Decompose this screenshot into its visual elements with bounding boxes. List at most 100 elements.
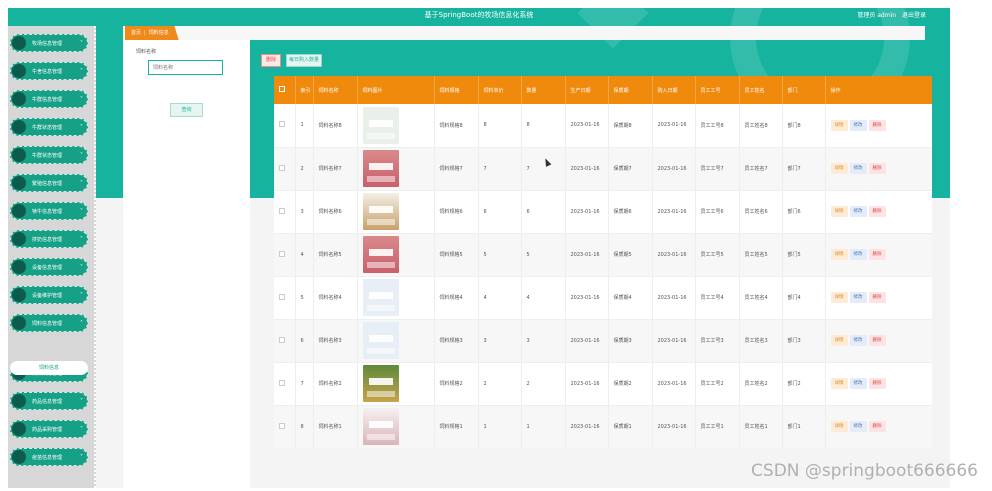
- sidebar: 牧场信息管理 ˅ 牛舍信息管理 ˅ 牛群信息管理 ˅ 牛群状态管理 ˅ 牛群状态管理 ˅ 繁殖信息管…: [8, 26, 96, 488]
- sidebar-item[interactable]: 挤奶信息管理 ˅: [10, 230, 88, 248]
- query-button[interactable]: 查询: [170, 103, 203, 117]
- delete-button[interactable]: 删除: [868, 378, 886, 389]
- row-checkbox[interactable]: [279, 293, 285, 300]
- sidebar-item[interactable]: 饲料信息管理 ˄: [10, 314, 88, 332]
- image-stripe: [366, 434, 395, 440]
- delete-button[interactable]: 删除: [868, 421, 886, 432]
- cell-actions: 详情 修改 删除: [825, 147, 932, 191]
- table-header-row: 索引 饲料名称 饲料图片 饲料规格 饲料单价 数量 生产日期 保质期 购入日期 员工工号 员工姓名部…: [274, 76, 932, 104]
- row-checkbox[interactable]: [279, 207, 285, 214]
- detail-button[interactable]: 详情: [830, 292, 848, 303]
- sidebar-item[interactable]: 牛群信息管理 ˅: [10, 90, 88, 108]
- delete-button[interactable]: 删除: [868, 119, 886, 131]
- edit-button[interactable]: 修改: [849, 249, 867, 260]
- sidebar-item[interactable]: 牛群状态管理 ˅: [10, 146, 88, 164]
- main-content: 首页|饲料信息 饲料名称 查询 删除 每日购入数量 索引饲料名称饲料图片饲料规格…: [123, 26, 932, 488]
- feed-image: [362, 150, 399, 187]
- edit-button[interactable]: 修改: [849, 335, 867, 346]
- sidebar-item[interactable]: 药品采购管理 ˅: [10, 420, 88, 438]
- cell-feed-name: 饲料名称4: [313, 276, 358, 320]
- detail-button[interactable]: 详情: [830, 163, 848, 174]
- row-checkbox[interactable]: [279, 422, 285, 429]
- search-input[interactable]: [148, 60, 223, 75]
- cell-quantity: 8: [521, 104, 566, 148]
- column-header: 员工工号: [695, 76, 740, 104]
- cell-production-date: 2023-01-16: [565, 147, 609, 191]
- delete-button[interactable]: 删除: [868, 335, 886, 346]
- edit-button[interactable]: 修改: [849, 378, 867, 389]
- delete-button[interactable]: 删除: [868, 249, 886, 260]
- cell-department: 部门1: [782, 405, 826, 448]
- cell-employee-no: 员工工号2: [695, 362, 740, 406]
- edit-button[interactable]: 修改: [849, 163, 867, 174]
- logout-link[interactable]: 退出登录: [902, 12, 926, 19]
- column-header: 饲料名称: [313, 76, 358, 104]
- edit-button[interactable]: 修改: [849, 119, 867, 131]
- row-checkbox[interactable]: [279, 164, 285, 171]
- cell-spec: 饲料规格7: [434, 147, 479, 191]
- user-label: 管理员 admin: [857, 12, 897, 19]
- detail-button[interactable]: 详情: [830, 421, 848, 432]
- delete-button[interactable]: 删除: [868, 292, 886, 303]
- sidebar-item[interactable]: 犊牛信息管理 ˅: [10, 202, 88, 220]
- sidebar-subitem-feed-info[interactable]: 饲料信息: [10, 361, 88, 375]
- detail-button[interactable]: 详情: [830, 335, 848, 346]
- delete-button[interactable]: 删除: [868, 206, 886, 217]
- sidebar-item[interactable]: 设备信息管理 ˅: [10, 258, 88, 276]
- row-select-cell[interactable]: [274, 276, 296, 320]
- cell-department: 部门5: [782, 233, 826, 277]
- edit-button[interactable]: 修改: [849, 421, 867, 432]
- chevron-down-icon: ˅: [80, 95, 83, 103]
- cell-quantity: 5: [521, 233, 566, 277]
- sidebar-item[interactable]: 疫苗信息管理 ˅: [10, 448, 88, 466]
- row-checkbox[interactable]: [279, 250, 285, 257]
- row-select-cell[interactable]: [274, 233, 296, 277]
- daily-purchase-button[interactable]: 每日购入数量: [286, 54, 322, 67]
- cell-production-date: 2023-01-16: [565, 319, 609, 363]
- row-select-cell[interactable]: [274, 104, 296, 148]
- row-checkbox[interactable]: [279, 336, 285, 343]
- sidebar-item-label: 设备维护管理: [32, 292, 63, 299]
- cell-index: 8: [295, 405, 314, 448]
- detail-button[interactable]: 详情: [830, 378, 848, 389]
- row-select-cell[interactable]: [274, 362, 296, 406]
- sidebar-item[interactable]: 牧场信息管理 ˅: [10, 34, 88, 52]
- breadcrumb-tab[interactable]: 首页 | 饲料信息: [125, 26, 179, 40]
- detail-button[interactable]: 详情: [830, 119, 848, 131]
- breadcrumb-home[interactable]: 首页: [131, 30, 141, 36]
- sidebar-item[interactable]: 繁殖信息管理 ˅: [10, 174, 88, 192]
- cell-shelf-life: 保质期6: [608, 190, 653, 234]
- row-checkbox[interactable]: [279, 379, 285, 386]
- image-label-band: [368, 421, 393, 428]
- sidebar-item[interactable]: 牛群状态管理 ˅: [10, 118, 88, 136]
- edit-button[interactable]: 修改: [849, 206, 867, 217]
- sidebar-item[interactable]: 设备维护管理 ˅: [10, 286, 88, 304]
- delete-button[interactable]: 删除: [868, 163, 886, 174]
- cell-actions: 详情 修改 删除: [825, 405, 932, 448]
- menu-bullet-icon: [12, 176, 26, 190]
- sidebar-item[interactable]: 药品信息管理 ˅: [10, 392, 88, 410]
- menu-bullet-icon: [12, 36, 26, 50]
- cell-employee-no: 员工工号6: [695, 190, 740, 234]
- sidebar-item-label: 设备信息管理: [32, 264, 63, 271]
- bulk-delete-button[interactable]: 删除: [261, 54, 281, 67]
- breadcrumb: 首页 | 饲料信息: [123, 26, 925, 40]
- table-row: 2 饲料名称7 饲料规格7 7 7 2023-01-16 保质期7 2023-01-16 员工工…: [274, 147, 932, 191]
- select-all-header[interactable]: [274, 76, 296, 104]
- row-select-cell[interactable]: [274, 405, 296, 448]
- row-select-cell[interactable]: [274, 190, 296, 234]
- detail-button[interactable]: 详情: [830, 206, 848, 217]
- cell-feed-name: 饲料名称8: [313, 104, 358, 148]
- sidebar-item[interactable]: 牛舍信息管理 ˅: [10, 62, 88, 80]
- column-header: 饲料图片: [357, 76, 435, 104]
- select-all-checkbox[interactable]: [279, 86, 285, 92]
- edit-button[interactable]: 修改: [849, 292, 867, 303]
- row-checkbox[interactable]: [279, 121, 285, 128]
- cell-shelf-life: 保质期3: [608, 319, 653, 363]
- cell-production-date: 2023-01-16: [565, 190, 609, 234]
- detail-button[interactable]: 详情: [830, 249, 848, 260]
- row-select-cell[interactable]: [274, 147, 296, 191]
- row-select-cell[interactable]: [274, 319, 296, 363]
- cell-actions: 详情 修改 删除: [825, 362, 932, 406]
- breadcrumb-current: 饲料信息: [148, 30, 169, 36]
